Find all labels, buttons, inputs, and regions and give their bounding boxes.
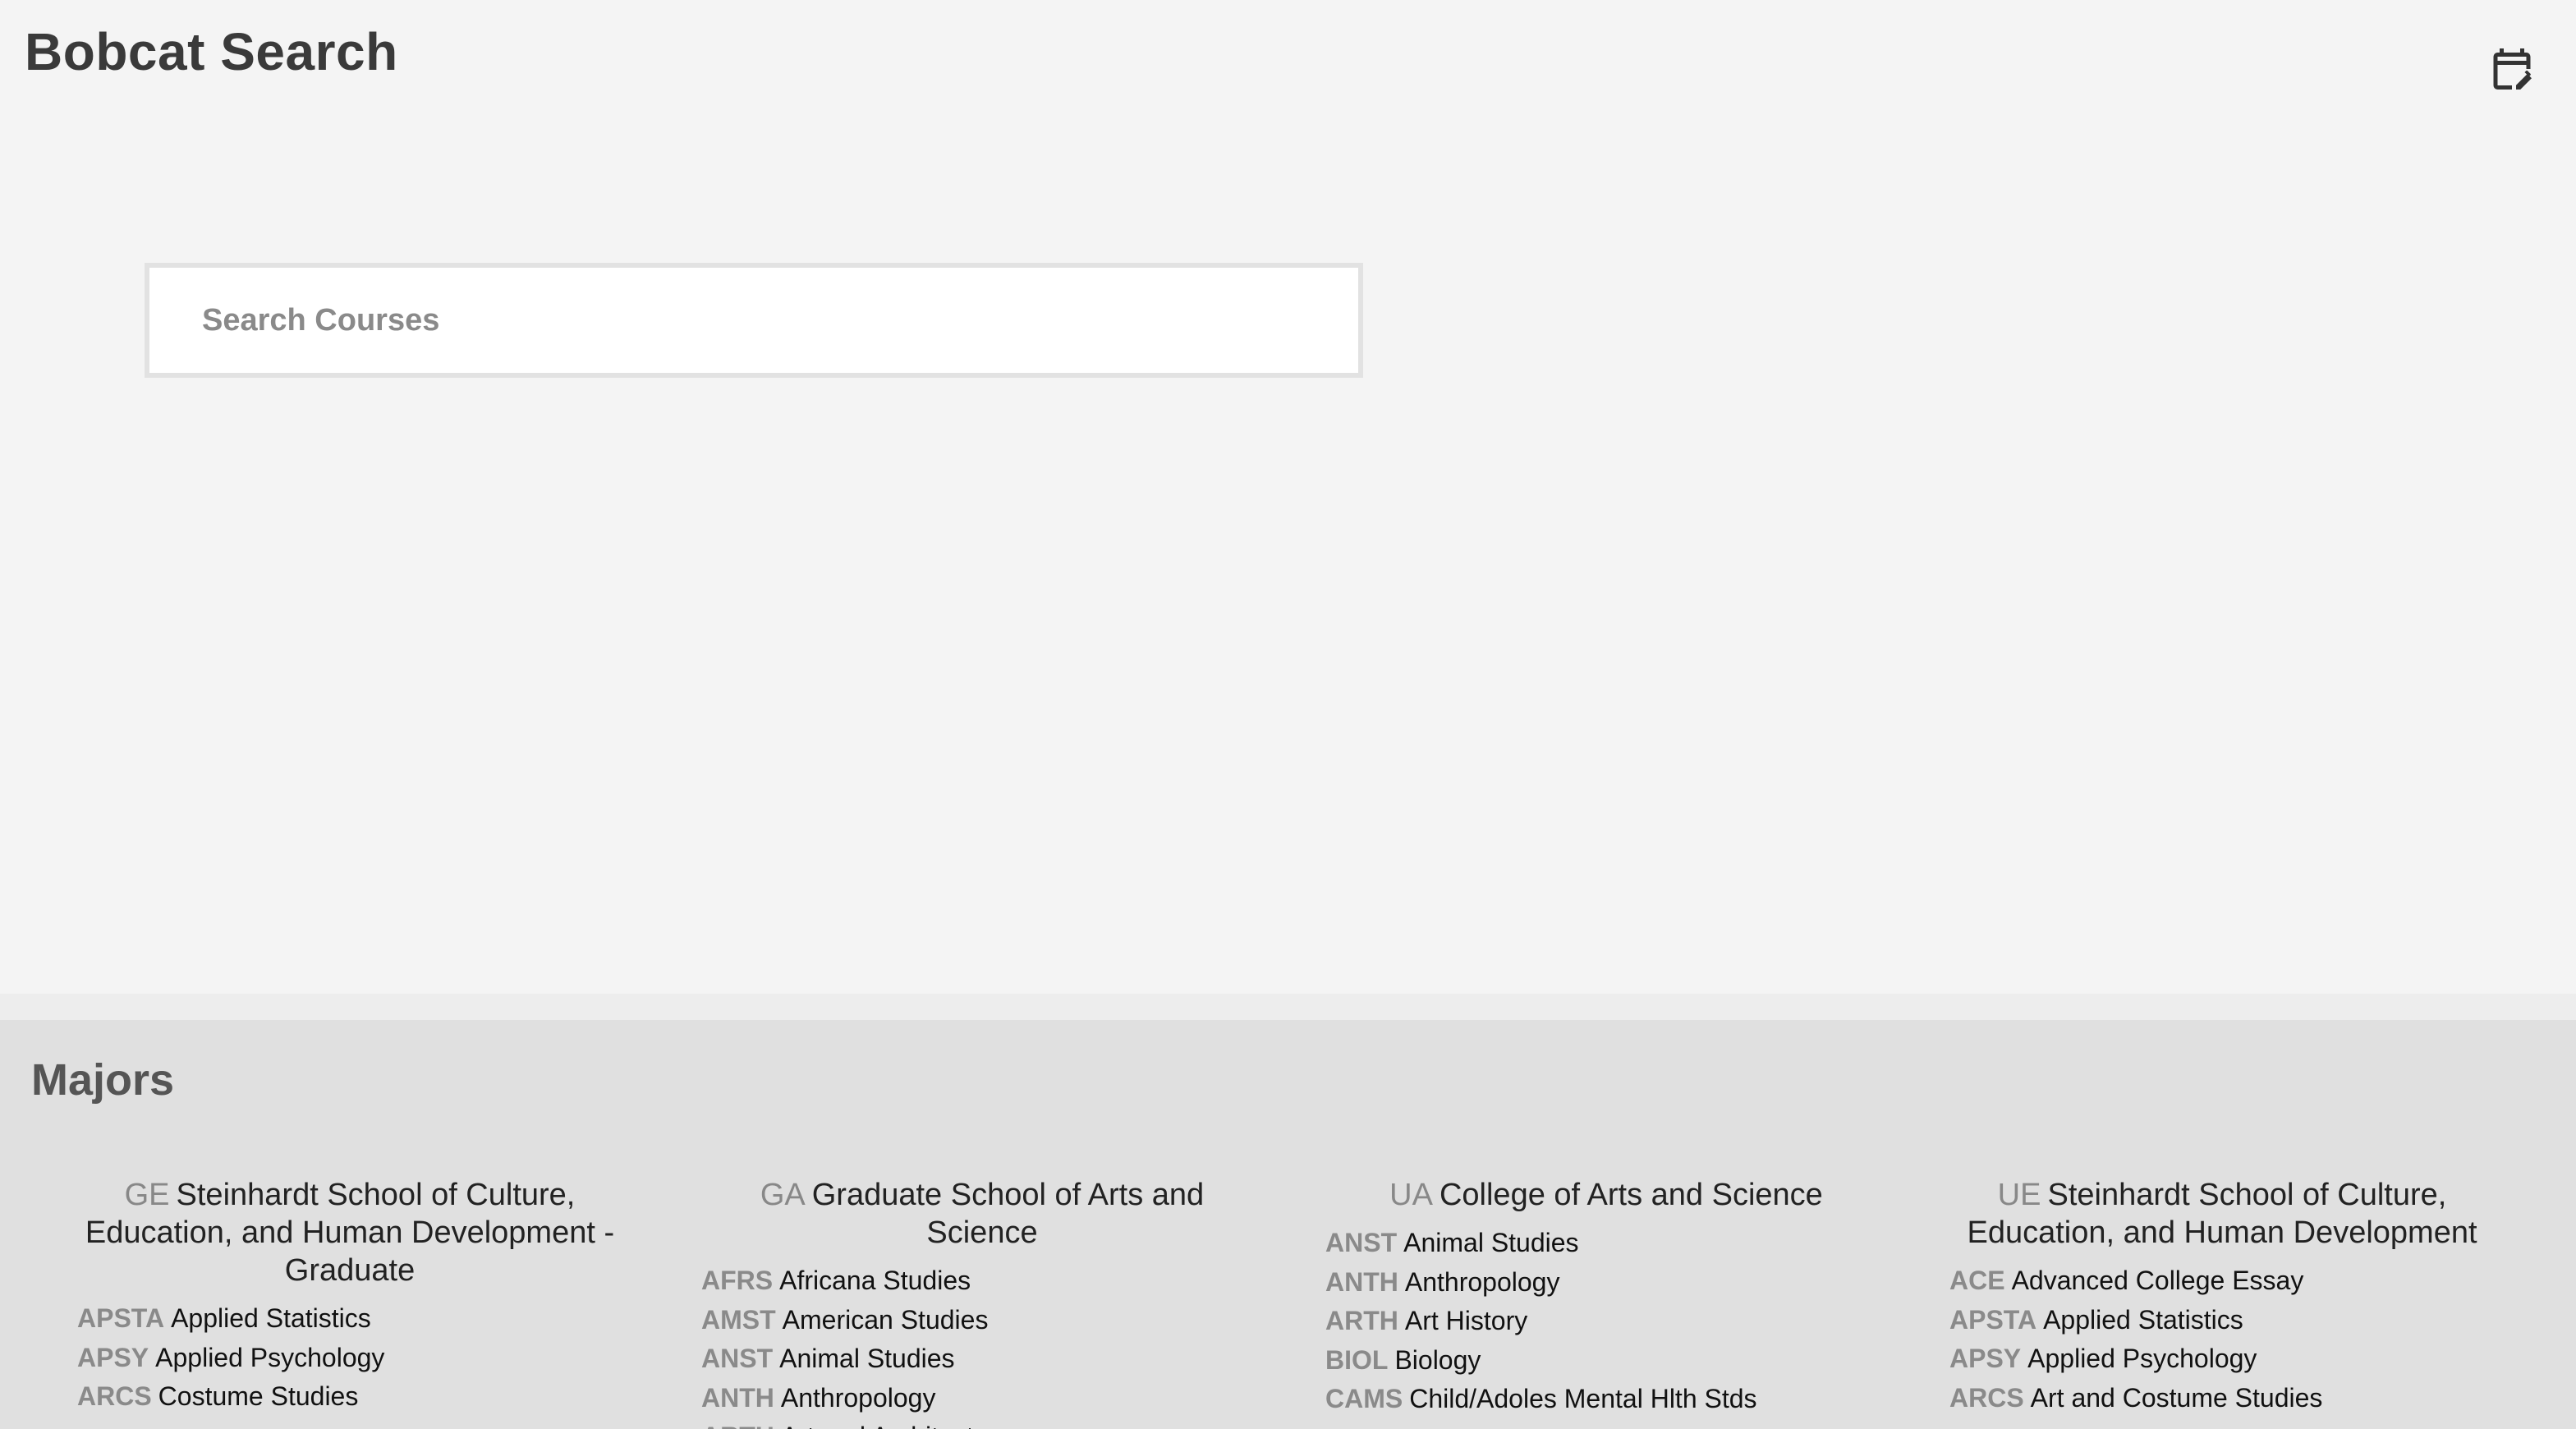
major-name: Animal Studies — [1403, 1228, 1579, 1257]
major-item[interactable]: ANST Animal Studies — [1325, 1224, 1902, 1263]
major-item[interactable]: APSTA Applied Statistics — [77, 1299, 637, 1339]
major-name: Anthropology — [1404, 1266, 1560, 1297]
major-name: Advanced College Essay — [2011, 1266, 2304, 1295]
major-abbr: ACE — [1949, 1266, 2005, 1295]
school-code: UA — [1389, 1178, 1433, 1212]
major-item[interactable]: APSY Applied Psychology — [1949, 1339, 2509, 1379]
school-column-ua: UA College of Arts and Science ANST Animal… — [1311, 1176, 1902, 1419]
major-abbr: CAMS — [1325, 1384, 1403, 1413]
major-abbr: ANTH — [1325, 1266, 1398, 1297]
major-name: Applied Statistics — [171, 1303, 371, 1333]
school-heading: UE Steinhardt School of Culture, Educatio… — [1935, 1176, 2509, 1252]
major-item[interactable]: APSTA Applied Statistics — [1949, 1301, 2509, 1340]
major-abbr: ANST — [701, 1344, 774, 1373]
major-item[interactable]: BIOL Biology — [1325, 1341, 1902, 1381]
major-item[interactable]: CAMS Child/Adoles Mental Hlth Stds — [1325, 1380, 1902, 1419]
major-abbr: APSY — [77, 1342, 149, 1372]
major-name: Art History — [1404, 1306, 1528, 1335]
calendar-edit-icon[interactable] — [2487, 44, 2537, 94]
school-column-ge: GE Steinhardt School of Culture, Educatio… — [62, 1176, 637, 1417]
major-name: Anthropology — [780, 1382, 936, 1413]
major-item[interactable]: ARCS Costume Studies — [77, 1377, 637, 1417]
major-abbr: BIOL — [1325, 1344, 1389, 1375]
major-list: APSTA Applied Statistics APSY Applied Psyc… — [62, 1299, 637, 1417]
major-abbr: ARTH — [1325, 1306, 1398, 1335]
major-name: Biology — [1394, 1344, 1481, 1375]
search-box — [145, 263, 1363, 378]
major-list: AFRS Africana Studies AMST American Studie… — [686, 1261, 1278, 1429]
major-item[interactable]: APSY Applied Psychology — [77, 1339, 637, 1378]
major-abbr: APSTA — [77, 1303, 165, 1333]
major-item[interactable]: ARCS Art and Costume Studies — [1949, 1379, 2509, 1418]
major-name: Art and Costume Studies — [2030, 1382, 2323, 1413]
school-code: GA — [760, 1178, 806, 1212]
major-abbr: AFRS — [701, 1266, 774, 1295]
header-area: Bobcat Search — [0, 0, 2576, 994]
major-item[interactable]: AFRS Africana Studies — [701, 1261, 1278, 1301]
major-abbr: ANST — [1325, 1228, 1398, 1257]
major-name: Costume Studies — [158, 1381, 359, 1411]
major-item[interactable]: AMST American Studies — [701, 1301, 1278, 1340]
major-item[interactable]: ANST Animal Studies — [701, 1339, 1278, 1379]
major-abbr: APSTA — [1949, 1304, 2037, 1335]
page: Bobcat Search Majors GESteinhardt School… — [0, 0, 2576, 1429]
major-abbr: ARCS — [1949, 1382, 2024, 1413]
major-name: Applied Psychology — [155, 1342, 385, 1372]
major-item[interactable]: ANTH Anthropology — [701, 1379, 1278, 1418]
major-abbr: APSY — [1949, 1344, 2022, 1373]
major-name: Animal Studies — [779, 1344, 955, 1373]
school-name: College of Arts and Science — [1439, 1178, 1823, 1212]
major-name: American Studies — [782, 1304, 989, 1335]
major-name: Art and Architecture — [781, 1422, 1012, 1429]
major-name: Applied Psychology — [2027, 1344, 2257, 1373]
major-item[interactable]: ACE Advanced College Essay — [1949, 1261, 2509, 1301]
major-name: Child/Adoles Mental Hlth Stds — [1409, 1384, 1757, 1413]
search-input[interactable] — [149, 268, 1358, 373]
major-list: ACE Advanced College Essay APSTA Applied S… — [1935, 1261, 2509, 1418]
calendar-edit-icon-svg — [2493, 48, 2532, 90]
section-divider — [0, 994, 2576, 1020]
major-abbr: ARTH — [701, 1422, 774, 1429]
major-name: Africana Studies — [779, 1266, 971, 1295]
school-column-ue: UE Steinhardt School of Culture, Educatio… — [1935, 1176, 2509, 1418]
major-abbr: ANTH — [701, 1382, 774, 1413]
school-name: Graduate School of Arts and Science — [811, 1178, 1205, 1250]
major-list: ANST Animal Studies ANTH Anthropology ARTH… — [1311, 1224, 1902, 1419]
major-abbr: ARCS — [77, 1381, 152, 1411]
majors-section: Majors GE Steinhardt School of Culture, E… — [0, 1020, 2576, 1429]
major-item[interactable]: ARTH Art History — [1325, 1302, 1902, 1341]
school-name: Steinhardt School of Culture, Education,… — [1967, 1178, 2477, 1250]
major-abbr: AMST — [701, 1304, 776, 1335]
school-heading: UA College of Arts and Science — [1311, 1176, 1902, 1214]
major-item[interactable]: ANTH Anthropology — [1325, 1263, 1902, 1303]
major-name: Applied Statistics — [2043, 1304, 2243, 1335]
school-code: UE — [1997, 1178, 2041, 1212]
school-code: GE — [124, 1178, 170, 1212]
majors-title: Majors — [31, 1055, 175, 1105]
major-item[interactable]: ARTH Art and Architecture — [701, 1418, 1278, 1429]
app-title: Bobcat Search — [25, 22, 398, 81]
school-heading: GA Graduate School of Arts and Science — [686, 1176, 1278, 1252]
school-heading: GE Steinhardt School of Culture, Educatio… — [62, 1176, 637, 1289]
school-column-ga: GA Graduate School of Arts and Science AF… — [686, 1176, 1278, 1429]
